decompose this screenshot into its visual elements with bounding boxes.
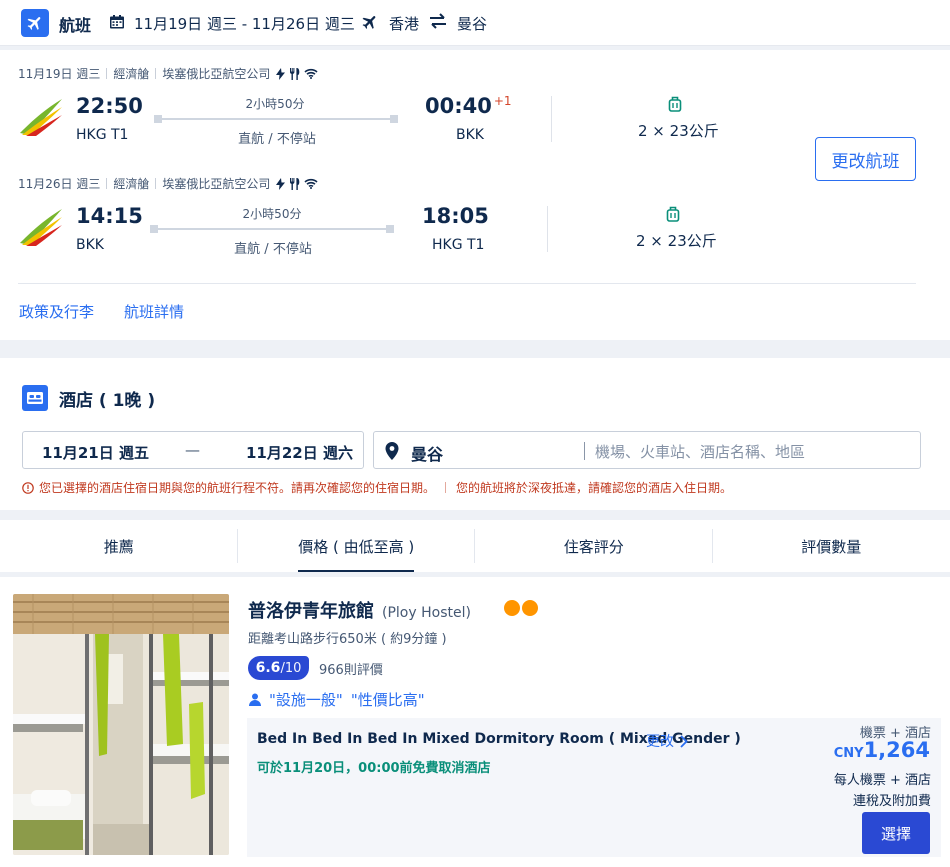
trip-dates: 11月19日 週三 - 11月26日 週三: [134, 15, 355, 33]
arrival-airport: HKG T1: [432, 237, 485, 253]
stops-info: 直航 / 不停站: [238, 132, 316, 147]
review-highlights: "設施一般" "性價比高": [249, 689, 425, 710]
user-icon: [249, 693, 261, 706]
review-count[interactable]: 966則評價: [319, 659, 383, 678]
review-tag: "性價比高": [350, 691, 425, 709]
room-offer: Bed In Bed In Bed In Mixed Dormitory Roo…: [247, 718, 941, 857]
flight-route-line: [150, 225, 394, 233]
cabin-class: 經濟艙: [113, 67, 150, 81]
cabin-class: 經濟艙: [113, 177, 150, 191]
hotel-rating-dots: [504, 600, 538, 616]
flight-duration: 2小時50分: [242, 207, 302, 221]
divider: [18, 283, 916, 284]
airline-logo: [18, 207, 64, 247]
sort-tabs: 推薦 價格 ( 由低至高 ) 住客評分 評價數量: [0, 520, 950, 572]
hotel-search-panel: 酒店 ( 1晚 ) 11月21日 週五 — 11月22日 週六 曼谷 機場、火車…: [0, 358, 950, 510]
policy-baggage-link[interactable]: 政策及行李: [19, 301, 94, 322]
power-icon: [276, 67, 286, 80]
departure-time: 14:15: [76, 204, 143, 228]
arrival-time: 00:40 +1: [425, 94, 512, 118]
flight-route-line: [154, 115, 398, 123]
price-currency: CNY: [833, 746, 864, 761]
hotel-result-card[interactable]: 普洛伊青年旅館 (Ploy Hostel) 距離考山路步行650米 ( 約9分鐘 …: [0, 577, 950, 867]
flight-card: 11月19日 週三 經濟艙 埃塞俄比亞航空公司 22:50 HKG T1 2小時…: [0, 50, 950, 340]
arrival-time: 18:05: [422, 204, 489, 228]
luggage-icon: [666, 206, 680, 226]
flight-details-link[interactable]: 航班詳情: [124, 301, 184, 322]
review-score-badge: 6.6/10: [248, 656, 309, 680]
review-tag: "設施一般": [269, 691, 343, 709]
flight-duration: 2小時50分: [245, 97, 305, 111]
arrival-airport: BKK: [456, 127, 484, 143]
tab-price-low-to-high[interactable]: 價格 ( 由低至高 ): [238, 520, 476, 572]
date-mismatch-warning: 您已選擇的酒店住宿日期與您的航班行程不符。請再次確認您的住宿日期。 您的航班將於…: [22, 479, 732, 496]
hotel-section-title: 酒店 ( 1晚 ): [59, 391, 156, 411]
tab-review-count[interactable]: 評價數量: [713, 520, 950, 572]
segment-date: 11月19日 週三: [18, 67, 101, 81]
baggage-allowance: 2 × 23公斤: [636, 232, 717, 250]
flight-section-title: 航班: [59, 16, 92, 35]
warning-text-1: 您已選擇的酒店住宿日期與您的航班行程不符。請再次確認您的住宿日期。: [39, 481, 436, 495]
segment-date: 11月26日 週三: [18, 177, 101, 191]
departure-time: 22:50: [76, 94, 143, 118]
wifi-icon: [304, 68, 318, 79]
trip-summary-bar: 航班 11月19日 週三 - 11月26日 週三 香港 曼谷: [0, 0, 950, 46]
round-trip-icon: [429, 13, 447, 33]
destination-city-value[interactable]: 曼谷: [411, 441, 443, 465]
package-price: CNY1,264: [834, 738, 930, 762]
departure-airport: BKK: [76, 237, 104, 253]
airline-name: 埃塞俄比亞航空公司: [162, 67, 271, 81]
calendar-icon: [109, 14, 125, 34]
tax-inclusive-note: 連稅及附加費: [852, 794, 931, 809]
hotel-name-en: (Ploy Hostel): [382, 605, 471, 621]
destination-city: 曼谷: [457, 15, 488, 33]
hotel-distance: 距離考山路步行650米 ( 約9分鐘 ): [248, 632, 447, 647]
warning-icon: [22, 481, 34, 494]
change-room-link[interactable]: 更改: [646, 731, 688, 751]
text-cursor: [584, 442, 585, 460]
flight-section-icon: [21, 9, 49, 37]
stops-info: 直航 / 不停站: [234, 242, 312, 257]
destination-search[interactable]: 曼谷 機場、火車站、酒店名稱、地區: [373, 431, 921, 469]
tab-guest-rating[interactable]: 住客評分: [475, 520, 713, 572]
score-denominator: /10: [280, 660, 302, 676]
price-amount: 1,264: [863, 738, 930, 762]
power-icon: [276, 177, 286, 190]
location-pin-icon: [385, 442, 399, 464]
luggage-icon: [668, 96, 682, 116]
airline-name: 埃塞俄比亞航空公司: [162, 177, 271, 191]
next-day-badge: +1: [493, 94, 512, 108]
warning-text-2: 您的航班將於深夜抵達，請確認您的酒店入住日期。: [456, 481, 733, 495]
stay-dates-picker[interactable]: 11月21日 週五 — 11月22日 週六: [22, 431, 364, 469]
search-input-placeholder[interactable]: 機場、火車站、酒店名稱、地區: [595, 441, 805, 462]
date-range-dash: —: [185, 441, 200, 459]
active-tab-underline: [298, 570, 415, 572]
price-per-person-note: 每人機票 + 酒店: [833, 773, 931, 788]
meal-icon: [290, 177, 300, 190]
hotel-name[interactable]: 普洛伊青年旅館 (Ploy Hostel): [248, 597, 471, 623]
departure-airport: HKG T1: [76, 127, 129, 143]
hotel-section-icon: [22, 385, 48, 411]
chevron-right-icon: [680, 734, 688, 748]
wifi-icon: [304, 178, 318, 189]
segment-2-meta: 11月26日 週三 經濟艙 埃塞俄比亞航空公司: [18, 175, 318, 192]
change-flight-button[interactable]: 更改航班: [815, 137, 916, 181]
checkout-date[interactable]: 11月22日 週六: [246, 442, 353, 463]
tab-recommended[interactable]: 推薦: [0, 520, 238, 572]
meal-icon: [290, 67, 300, 80]
airplane-icon: [361, 13, 379, 35]
segment-1-meta: 11月19日 週三 經濟艙 埃塞俄比亞航空公司: [18, 65, 318, 82]
hotel-photo[interactable]: [13, 594, 229, 855]
baggage-allowance: 2 × 23公斤: [638, 122, 719, 140]
origin-city: 香港: [389, 15, 420, 33]
airline-logo: [18, 97, 64, 137]
checkin-date[interactable]: 11月21日 週五: [42, 442, 149, 463]
score-value: 6.6: [255, 660, 281, 676]
select-package-button[interactable]: 選擇: [862, 812, 930, 854]
free-cancellation-note: 可於11月20日，00:00前免費取消酒店: [257, 761, 491, 776]
